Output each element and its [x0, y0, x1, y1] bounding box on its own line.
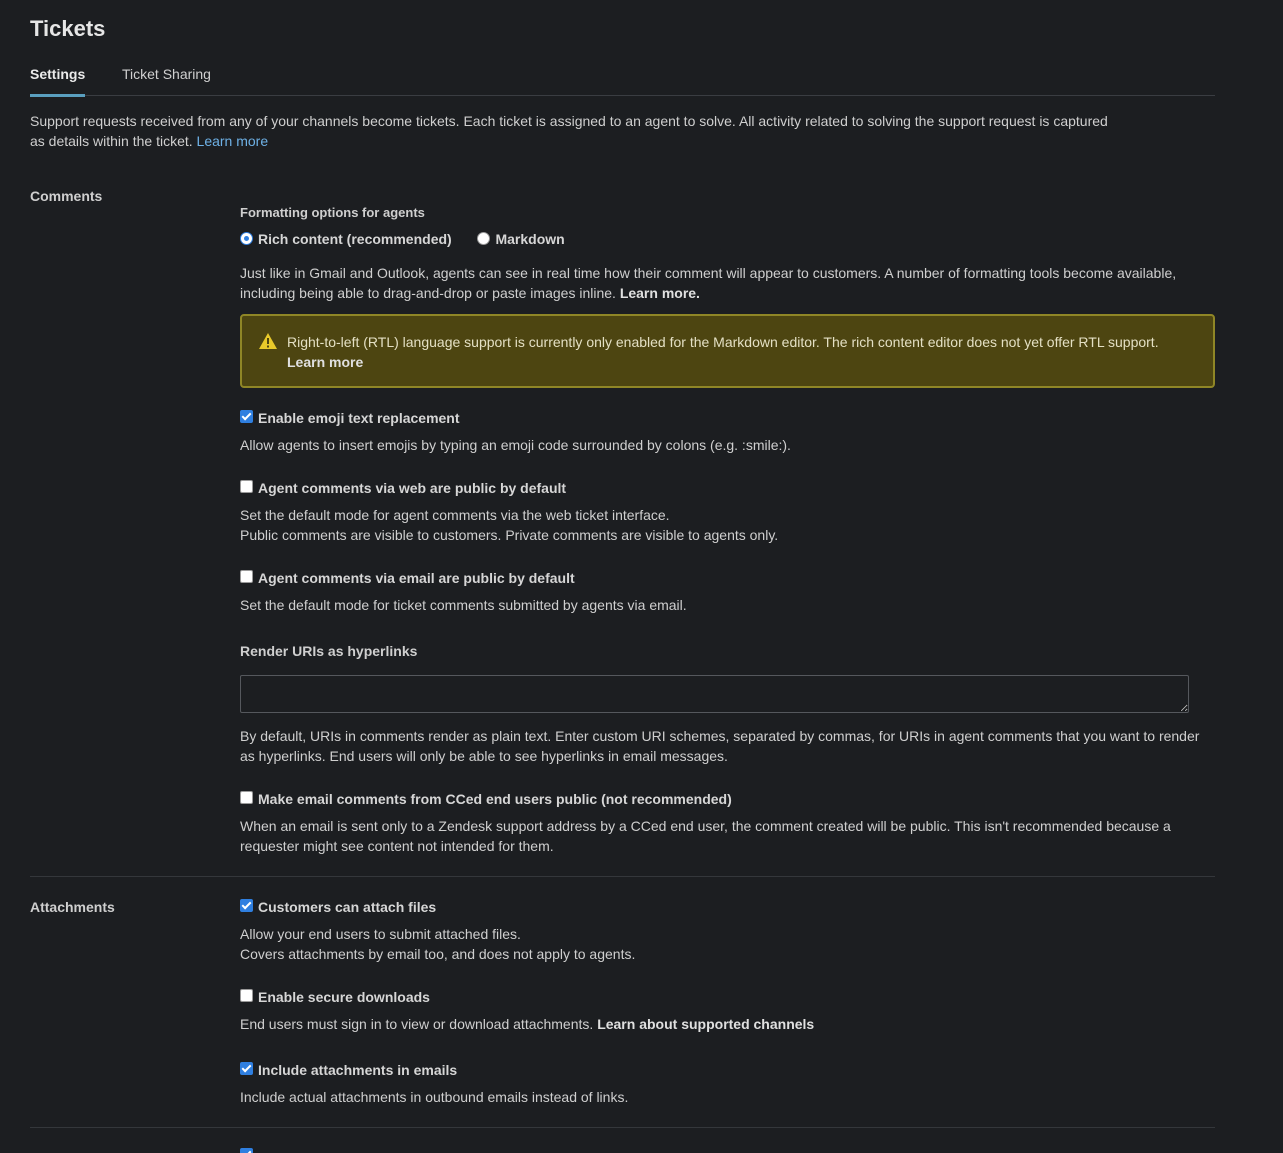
- next-option-checkbox[interactable]: [240, 1148, 253, 1153]
- tab-bar: Settings Ticket Sharing: [30, 66, 1215, 97]
- tab-ticket-sharing[interactable]: Ticket Sharing: [122, 66, 211, 94]
- emoji-option: Enable emoji text replacement: [240, 410, 460, 430]
- include-emails-option: Include attachments in emails: [240, 1062, 457, 1082]
- page-title: Tickets: [30, 16, 106, 41]
- email-public-option: Agent comments via email are public by d…: [240, 570, 575, 590]
- email-public-checkbox[interactable]: [240, 570, 253, 583]
- section-divider: [30, 1127, 1215, 1128]
- email-public-description: Set the default mode for ticket comments…: [240, 597, 687, 613]
- secure-downloads-description-text: End users must sign in to view or downlo…: [240, 1016, 594, 1032]
- email-public-checkbox-label[interactable]: Agent comments via email are public by d…: [258, 570, 575, 586]
- web-public-description: Set the default mode for agent comments …: [240, 505, 1220, 545]
- cc-public-option: Make email comments from CCed end users …: [240, 791, 732, 811]
- section-label-comments: Comments: [30, 188, 103, 204]
- secure-downloads-option: Enable secure downloads: [240, 989, 430, 1009]
- rtl-warning-banner: Right-to-left (RTL) language support is …: [240, 314, 1215, 388]
- render-uris-description: By default, URIs in comments render as p…: [240, 728, 1200, 764]
- rich-content-radio[interactable]: [240, 232, 253, 245]
- formatting-options-label: Formatting options for agents: [240, 205, 425, 220]
- section-divider: [30, 876, 1215, 877]
- web-public-checkbox-label[interactable]: Agent comments via web are public by def…: [258, 480, 566, 496]
- customers-attach-checkbox-label[interactable]: Customers can attach files: [258, 899, 436, 915]
- include-emails-checkbox-label[interactable]: Include attachments in emails: [258, 1062, 457, 1078]
- emoji-description: Allow agents to insert emojis by typing …: [240, 437, 791, 453]
- cc-public-checkbox-label[interactable]: Make email comments from CCed end users …: [258, 791, 732, 807]
- markdown-radio-label[interactable]: Markdown: [495, 231, 564, 247]
- rich-content-radio-label[interactable]: Rich content (recommended): [258, 231, 452, 247]
- customers-attach-description-line2: Covers attachments by email too, and doe…: [240, 946, 636, 962]
- render-uris-textarea[interactable]: [240, 675, 1189, 713]
- rtl-warning-message: Right-to-left (RTL) language support is …: [287, 334, 1159, 350]
- rtl-warning-text: Right-to-left (RTL) language support is …: [287, 332, 1187, 372]
- emoji-checkbox-label[interactable]: Enable emoji text replacement: [258, 410, 460, 426]
- formatting-learn-more-link[interactable]: Learn more.: [620, 285, 700, 301]
- customers-attach-description-line1: Allow your end users to submit attached …: [240, 926, 521, 942]
- rtl-learn-more-link[interactable]: Learn more: [287, 354, 363, 370]
- tickets-settings-page: Tickets Settings Ticket Sharing Support …: [0, 0, 1283, 1153]
- formatting-description: Just like in Gmail and Outlook, agents c…: [240, 263, 1220, 303]
- web-public-description-line1: Set the default mode for agent comments …: [240, 507, 670, 523]
- customers-attach-checkbox[interactable]: [240, 899, 253, 912]
- intro-description: Support requests received from any of yo…: [30, 113, 1108, 149]
- tab-settings[interactable]: Settings: [30, 66, 86, 97]
- intro-text: Support requests received from any of yo…: [30, 111, 1110, 151]
- include-emails-description: Include actual attachments in outbound e…: [240, 1089, 629, 1105]
- markdown-radio[interactable]: [477, 232, 491, 245]
- include-emails-checkbox[interactable]: [240, 1062, 253, 1075]
- formatting-radio-group: Rich content (recommended) Markdown: [240, 231, 565, 251]
- emoji-checkbox[interactable]: [240, 410, 253, 423]
- cc-public-checkbox[interactable]: [240, 791, 253, 804]
- section-label-attachments: Attachments: [30, 899, 115, 915]
- secure-downloads-checkbox[interactable]: [240, 989, 253, 1002]
- web-public-checkbox[interactable]: [240, 480, 253, 493]
- formatting-description-text: Just like in Gmail and Outlook, agents c…: [240, 265, 1177, 301]
- customers-attach-option: Customers can attach files: [240, 899, 436, 919]
- supported-channels-link[interactable]: Learn about supported channels: [597, 1016, 814, 1032]
- render-uris-label: Render URIs as hyperlinks: [240, 643, 418, 659]
- secure-downloads-checkbox-label[interactable]: Enable secure downloads: [258, 989, 430, 1005]
- warning-icon: [259, 333, 277, 349]
- web-public-option: Agent comments via web are public by def…: [240, 480, 566, 500]
- customers-attach-description: Allow your end users to submit attached …: [240, 924, 1220, 964]
- intro-learn-more-link[interactable]: Learn more: [197, 133, 269, 149]
- next-option-partial: [240, 1148, 253, 1153]
- secure-downloads-description: End users must sign in to view or downlo…: [240, 1014, 1220, 1034]
- web-public-description-line2: Public comments are visible to customers…: [240, 527, 779, 543]
- cc-public-description: When an email is sent only to a Zendesk …: [240, 818, 1171, 854]
